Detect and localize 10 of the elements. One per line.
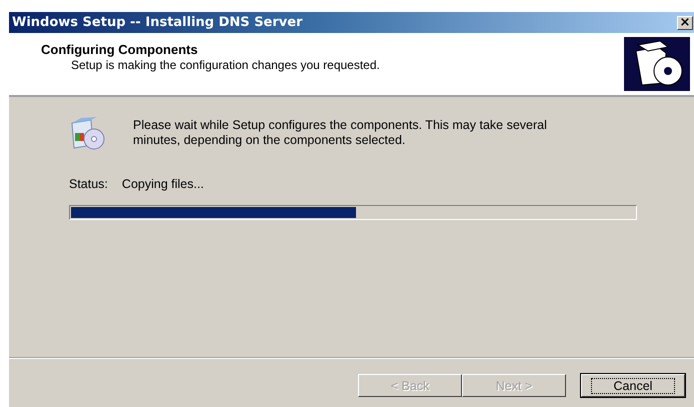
setup-box-icon [624, 37, 690, 91]
header-subtitle: Setup is making the configuration changes you requested. [70, 58, 380, 72]
status-value: Copying files... [122, 177, 204, 191]
header-title: Configuring Components [41, 42, 199, 57]
close-button[interactable]: × [677, 16, 693, 30]
status-label: Status: [69, 177, 108, 191]
setup-box-icon [69, 115, 105, 151]
wizard-button[interactable]: Cancel [581, 374, 685, 397]
info-message: Please wait while Setup configures the components. This may take several minutes, depending on the components selected. [133, 118, 548, 148]
window-title: Windows Setup -- Installing DNS Server [12, 15, 302, 30]
